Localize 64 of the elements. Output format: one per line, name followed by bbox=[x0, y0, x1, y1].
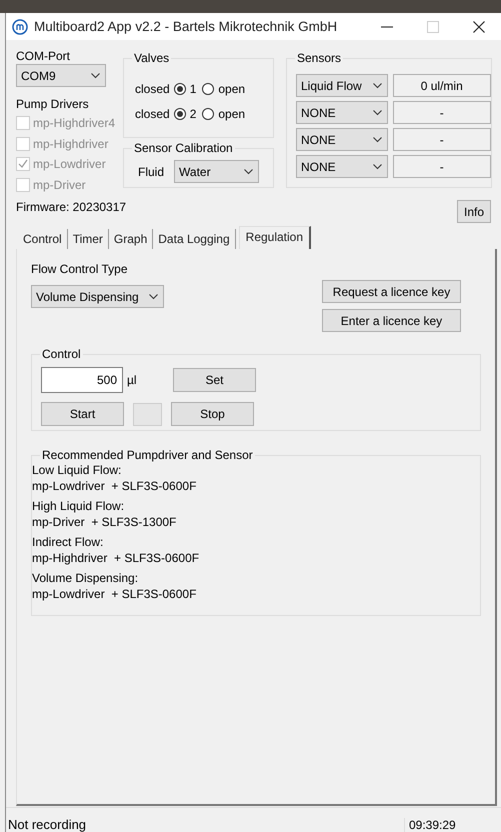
checkbox-label: mp-Lowdriver bbox=[33, 157, 106, 172]
dropdown[interactable]: COM9 bbox=[16, 64, 106, 87]
sensor-reading: - bbox=[392, 128, 491, 151]
tab[interactable]: Control bbox=[18, 229, 68, 249]
licence-key-button[interactable]: Enter a licence key bbox=[322, 309, 461, 332]
sensor-reading: - bbox=[392, 101, 491, 124]
flow-type-label: Low Liquid Flow: bbox=[32, 462, 122, 478]
checkbox-label: mp-Driver bbox=[33, 178, 86, 192]
radio-button[interactable] bbox=[202, 82, 214, 94]
start-button[interactable]: Start bbox=[41, 402, 124, 426]
flow-type-label: Indirect Flow: bbox=[32, 534, 104, 550]
close-icon[interactable] bbox=[473, 20, 485, 32]
stop-button[interactable]: Stop bbox=[171, 402, 254, 426]
window-title: Multiboard2 App v2.2 - Bartels Mikrotechnik GmbH bbox=[34, 19, 338, 34]
caret-icon bbox=[372, 82, 382, 88]
licence-key-button[interactable]: Request a licence key bbox=[322, 280, 461, 303]
info-button[interactable]: Info bbox=[457, 200, 491, 223]
flow-type-label: High Liquid Flow: bbox=[32, 498, 126, 514]
status-text: Not recording bbox=[7, 817, 88, 832]
dropdown[interactable]: Water bbox=[174, 160, 260, 183]
dropdown[interactable]: NONE bbox=[296, 101, 388, 124]
radio-label: open bbox=[218, 106, 246, 120]
dropdown[interactable]: Liquid Flow bbox=[296, 74, 388, 97]
recommendation-text: mp-Lowdriver + SLF3S-0600F bbox=[32, 586, 198, 602]
caret-icon bbox=[149, 294, 158, 300]
flow-type-label: Volume Dispensing: bbox=[32, 570, 140, 586]
caret-icon bbox=[91, 72, 100, 78]
valve-number: 2 bbox=[190, 106, 196, 120]
tab[interactable]: Regulation bbox=[238, 226, 312, 249]
radio-label: closed bbox=[135, 82, 170, 96]
radio-button[interactable] bbox=[174, 108, 186, 120]
status-time: 09:39:29 bbox=[404, 818, 501, 832]
amount-field[interactable]: 500 bbox=[41, 367, 123, 393]
dropdown[interactable]: Volume Dispensing bbox=[31, 285, 164, 308]
sensor-reading: 0 ul/min bbox=[392, 74, 491, 97]
recommendation-text: mp-Driver + SLF3S-1300F bbox=[32, 514, 178, 530]
caret-icon bbox=[244, 168, 254, 174]
tab[interactable]: Data Logging bbox=[153, 229, 236, 249]
caret-icon bbox=[372, 110, 382, 116]
group-title: Recommended Pumpdriver and Sensor bbox=[40, 448, 255, 463]
com-port-label: COM-Port bbox=[16, 49, 71, 63]
flow-control-type-label: Flow Control Type bbox=[31, 262, 128, 276]
firmware-label: Firmware: 20230317 bbox=[16, 200, 126, 214]
radio-label: open bbox=[218, 82, 246, 96]
app-icon bbox=[12, 18, 28, 34]
tab[interactable]: Timer bbox=[68, 229, 109, 249]
fluid-label: Fluid bbox=[138, 164, 164, 178]
pump-drivers-label: Pump Drivers bbox=[16, 97, 90, 111]
sensor-reading: - bbox=[392, 155, 491, 178]
dropdown[interactable]: NONE bbox=[296, 155, 388, 178]
set-button[interactable]: Set bbox=[173, 368, 256, 392]
radio-button[interactable] bbox=[202, 108, 214, 120]
tab[interactable]: Graph bbox=[108, 229, 154, 249]
radio-label: closed bbox=[135, 106, 170, 120]
caret-icon bbox=[372, 136, 382, 142]
caret-icon bbox=[372, 164, 382, 170]
radio-button[interactable] bbox=[174, 82, 186, 94]
checkbox-label: mp-Highdriver4 bbox=[33, 116, 116, 130]
valve-number: 1 bbox=[190, 82, 196, 96]
recommendation-text: mp-Lowdriver + SLF3S-0600F bbox=[32, 478, 198, 494]
recommendation-text: mp-Highdriver + SLF3S-0600F bbox=[32, 550, 200, 566]
checkbox-label: mp-Highdriver bbox=[33, 136, 108, 151]
unit-label: µl bbox=[126, 373, 138, 387]
dropdown[interactable]: NONE bbox=[296, 128, 388, 151]
